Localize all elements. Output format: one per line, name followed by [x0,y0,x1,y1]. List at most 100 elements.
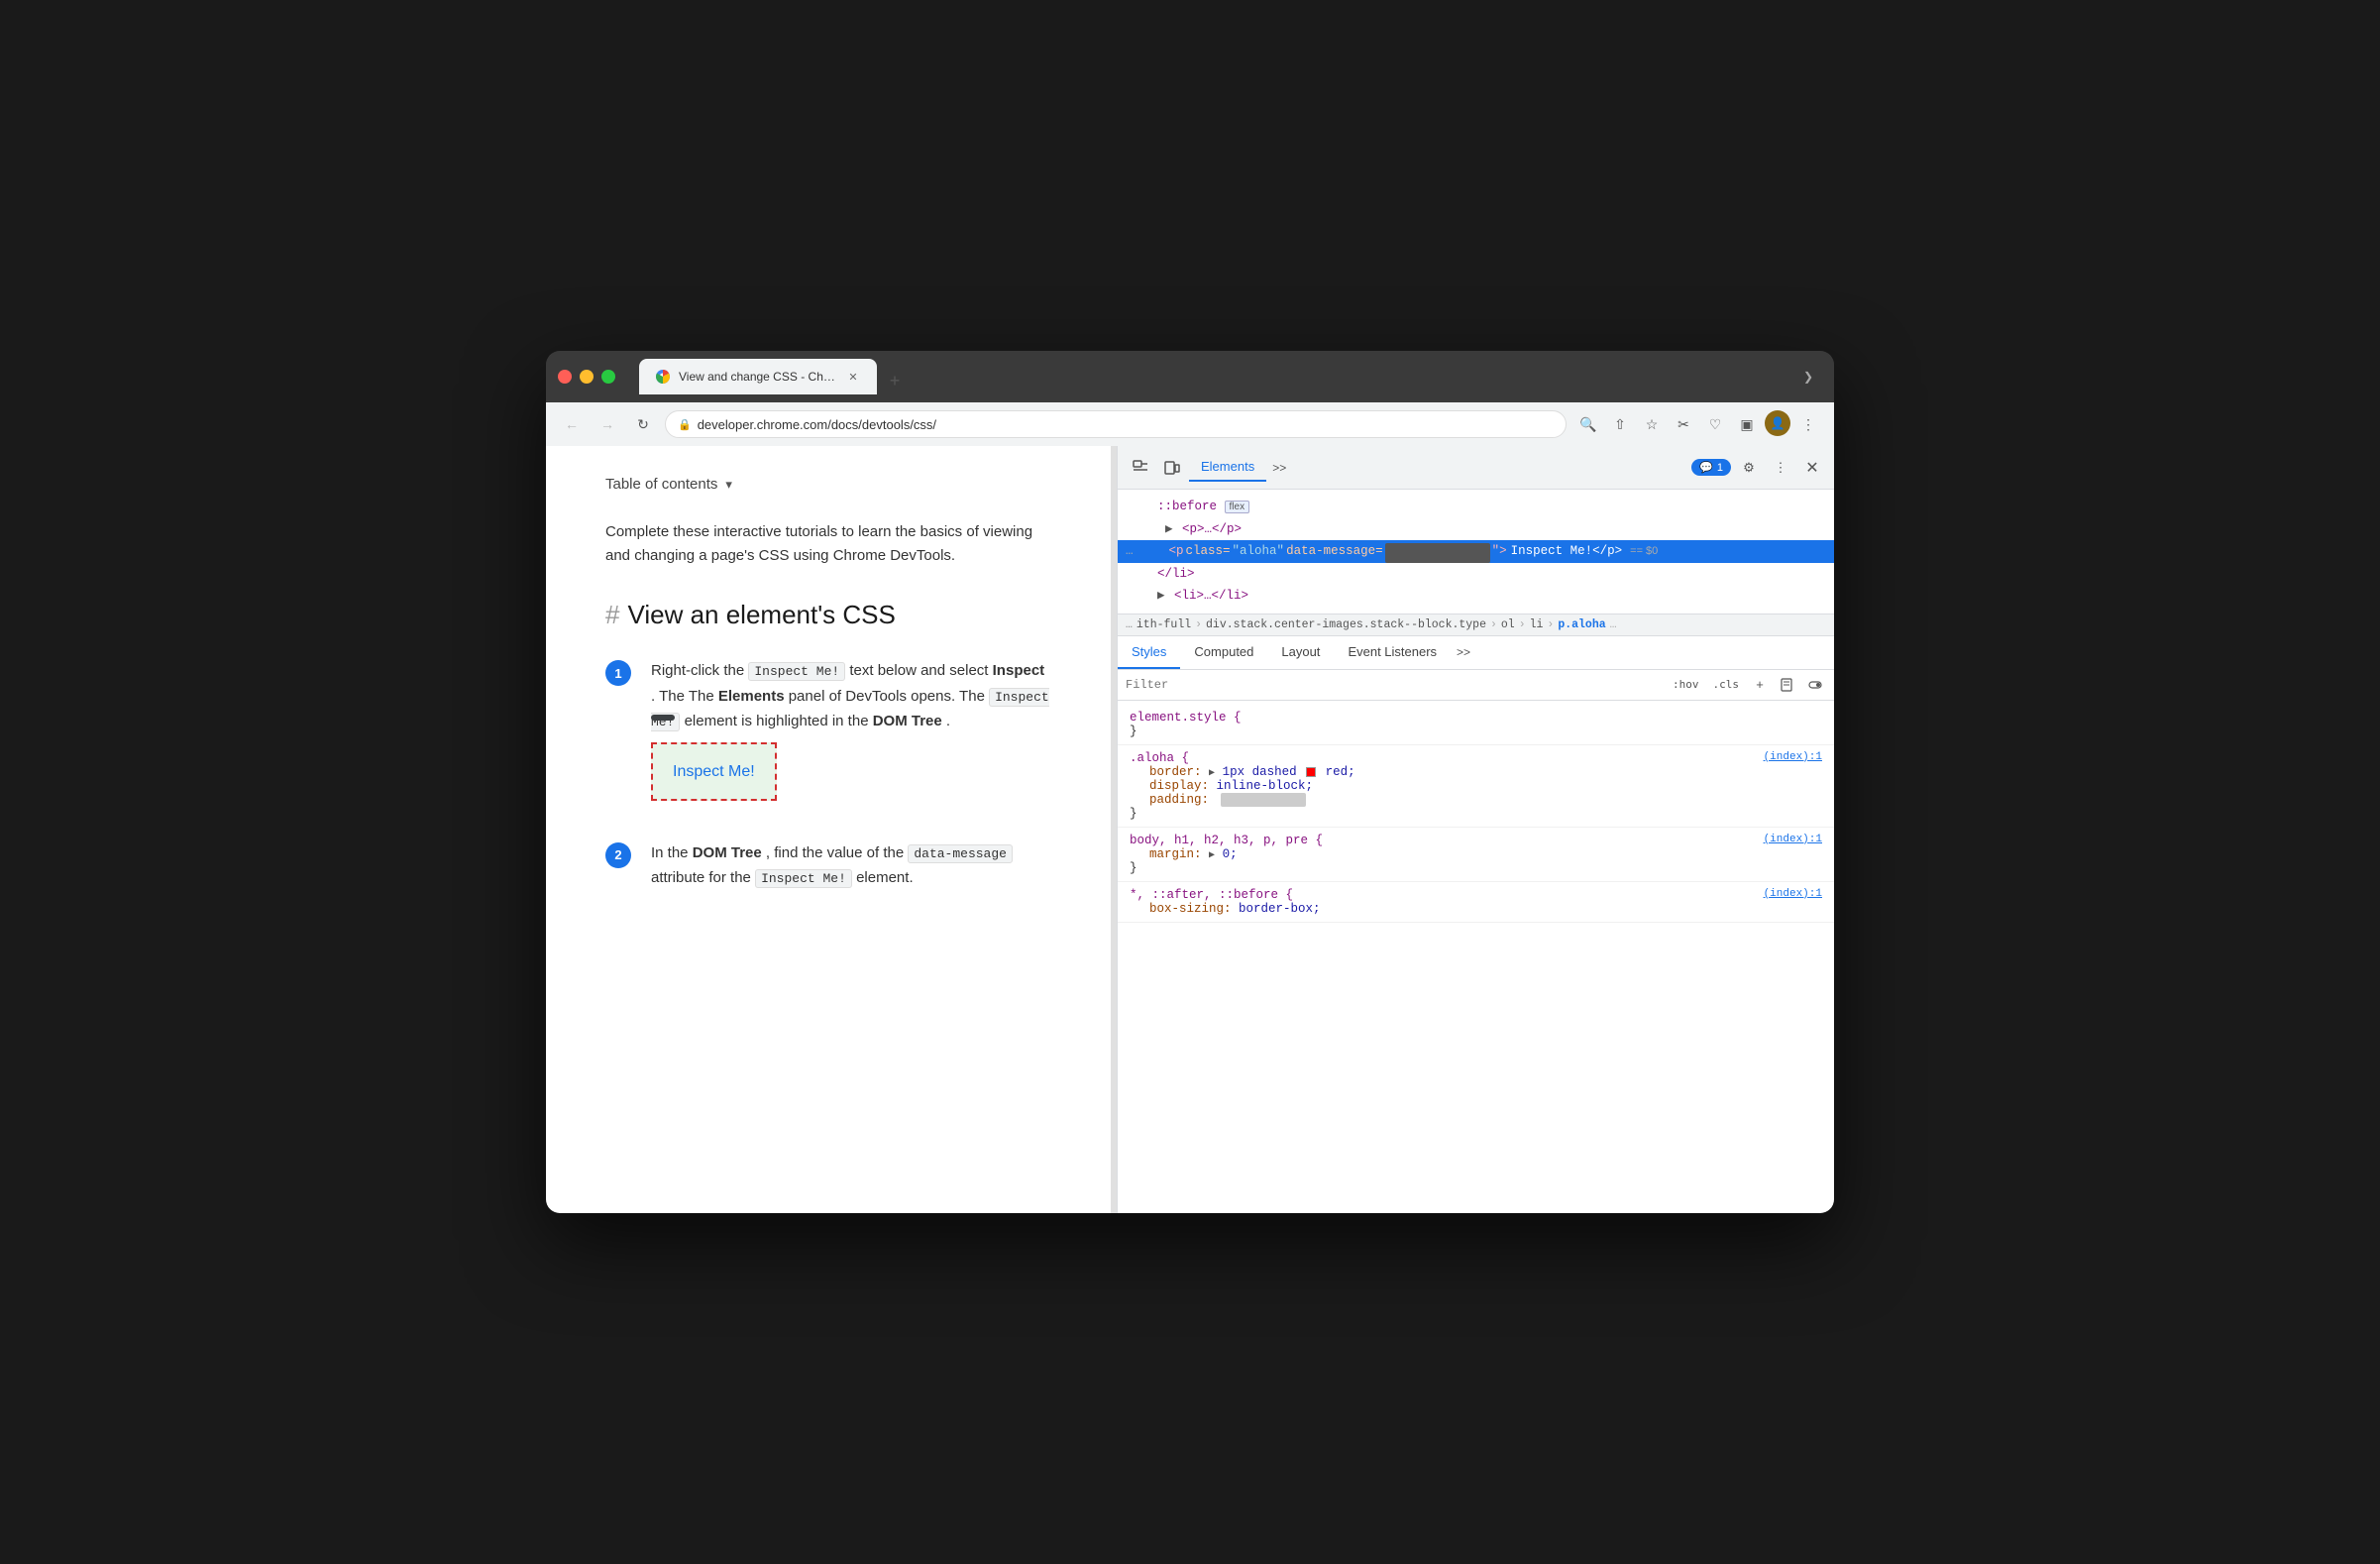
margin-expand-icon[interactable]: ▶ [1209,850,1215,861]
tab-more-icon[interactable]: >> [1268,461,1290,475]
flex-badge: flex [1225,501,1250,513]
toggle-element-state-icon[interactable] [1804,674,1826,696]
minimize-button[interactable] [580,370,594,384]
red-color-swatch[interactable] [1306,767,1316,777]
css-rule-aloha: .aloha { (index):1 border: ▶ 1px dashed … [1118,745,1834,828]
console-badge[interactable]: 💬 1 [1691,459,1731,476]
address-bar[interactable]: 🔒 developer.chrome.com/docs/devtools/css… [665,410,1567,438]
sidebar-icon[interactable]: ▣ [1733,410,1761,438]
section-heading: # View an element's CSS [605,600,1051,630]
element-tooltip [651,715,675,721]
inspect-me-box[interactable]: Inspect Me! [651,742,777,801]
step-2-content: In the DOM Tree , find the value of the … [651,840,1051,891]
step1-strong2: Elements [718,688,785,705]
expand-icon[interactable]: ❯ [1794,363,1822,391]
dom-line-before[interactable]: ::before flex [1118,496,1834,518]
page-inner: Table of contents ▾ Complete these inter… [546,446,1111,1213]
css-rule-universal: *, ::after, ::before { (index):1 box-siz… [1118,882,1834,923]
bc-ol[interactable]: ol [1501,618,1515,631]
border-expand-icon[interactable]: ▶ [1209,768,1215,779]
lock-icon: 🔒 [678,418,692,431]
menu-icon[interactable]: ⋮ [1794,410,1822,438]
css-selector-universal: *, ::after, ::before { (index):1 [1130,888,1822,902]
css-source-body[interactable]: (index):1 [1764,834,1822,847]
css-selector-body: body, h1, h2, h3, p, pre { (index):1 [1130,834,1822,847]
back-button[interactable]: ← [558,410,586,438]
toc-arrow-icon[interactable]: ▾ [725,477,732,493]
step1-strong3: DOM Tree [873,713,942,729]
search-icon[interactable]: 🔍 [1574,410,1602,438]
tab-favicon-icon [655,369,671,385]
add-style-rule-icon[interactable]: + [1749,674,1771,696]
tag-p1: <p>…</p> [1182,522,1242,536]
bc-sep1: › [1195,618,1202,631]
bc-dots2: … [1610,618,1617,631]
inspect-me-text: Inspect Me! [673,763,755,780]
devtools-close-button[interactable]: ✕ [1798,454,1826,482]
css-source-aloha[interactable]: (index):1 [1764,751,1822,765]
settings-icon[interactable]: ⚙ [1735,454,1763,482]
tab-event-listeners[interactable]: Event Listeners [1334,636,1451,669]
step2-text2: , find the value of the [766,844,904,861]
css-closing-body: } [1130,861,1822,875]
device-toolbar-icon[interactable] [1157,453,1187,483]
tab-layout[interactable]: Layout [1267,636,1334,669]
css-selector-element-style: element.style { [1130,711,1822,725]
close-button[interactable] [558,370,572,384]
styles-tabs: Styles Computed Layout Event Listeners >… [1118,636,1834,670]
reload-button[interactable]: ↻ [629,410,657,438]
bc-div-stack[interactable]: div.stack.center-images.stack--block.typ… [1206,618,1486,631]
devtools-more-icon[interactable]: ⋮ [1767,454,1794,482]
expand-triangle2-icon[interactable]: ▶ [1157,589,1165,603]
filter-actions: :hov .cls + [1669,674,1826,696]
title-bar: View and change CSS - Chro… ✕ + ❯ [546,351,1834,402]
dom-line-li2[interactable]: ▶ <li>…</li> [1118,585,1834,608]
cls-filter-button[interactable]: .cls [1709,676,1744,693]
browser-window: View and change CSS - Chro… ✕ + ❯ ← → ↻ … [546,351,1834,1213]
new-tab-button[interactable]: + [881,367,909,394]
step2-text3: attribute for the [651,869,751,886]
step1-strong1: Inspect [993,662,1045,679]
bookmark-icon[interactable]: ☆ [1638,410,1666,438]
css-source-universal[interactable]: (index):1 [1764,888,1822,902]
bc-p-aloha[interactable]: p.aloha [1558,618,1605,631]
extensions-icon[interactable]: ✂ [1670,410,1697,438]
tab-styles[interactable]: Styles [1118,636,1180,669]
expand-triangle-icon[interactable]: ▶ [1165,522,1173,536]
console-count: 1 [1717,462,1723,474]
profile-icon[interactable]: ♡ [1701,410,1729,438]
dom-line-p1[interactable]: ▶ <p>…</p> [1118,518,1834,541]
active-tab[interactable]: View and change CSS - Chro… ✕ [639,359,877,394]
styles-tabs-more-icon[interactable]: >> [1451,637,1476,667]
bc-ith-full[interactable]: ith-full [1136,618,1191,631]
share-icon[interactable]: ⇧ [1606,410,1634,438]
filter-input[interactable] [1126,678,1661,692]
inspect-element-icon[interactable] [1126,453,1155,483]
tab-elements[interactable]: Elements [1189,453,1266,482]
bc-dots: … [1126,618,1133,631]
step-2: 2 In the DOM Tree , find the value of th… [605,840,1051,891]
user-avatar[interactable]: 👤 [1765,410,1790,436]
step-1-content: Right-click the Inspect Me! text below a… [651,658,1051,809]
css-rule-body: body, h1, h2, h3, p, pre { (index):1 mar… [1118,828,1834,882]
maximize-button[interactable] [601,370,615,384]
step1-text2: text below and select [849,662,988,679]
nav-icons: 🔍 ⇧ ☆ ✂ ♡ ▣ 👤 ⋮ [1574,410,1822,438]
css-prop-padding: padding: ████ [1130,793,1822,807]
devtools-header: Elements >> 💬 1 ⚙ ⋮ ✕ [1118,446,1834,490]
forward-button[interactable]: → [594,410,621,438]
dom-line-li-close[interactable]: </li> [1118,563,1834,586]
steps-list: 1 Right-click the Inspect Me! text below… [605,658,1051,891]
new-style-sheet-icon[interactable] [1777,674,1798,696]
page-content: Table of contents ▾ Complete these inter… [546,446,1111,1213]
css-prop-display: display: inline-block; [1130,779,1822,793]
step2-text4: element. [856,869,914,886]
tab-computed[interactable]: Computed [1180,636,1267,669]
css-prop-box-sizing: box-sizing: border-box; [1130,902,1822,916]
tab-close-button[interactable]: ✕ [845,369,861,385]
hov-filter-button[interactable]: :hov [1669,676,1703,693]
dom-line-selected[interactable]: … <p class="aloha" data-message= ███████… [1118,540,1834,563]
bc-li[interactable]: li [1530,618,1544,631]
step2-inline-code2: Inspect Me! [755,869,852,888]
toc-header: Table of contents ▾ [605,476,1051,493]
